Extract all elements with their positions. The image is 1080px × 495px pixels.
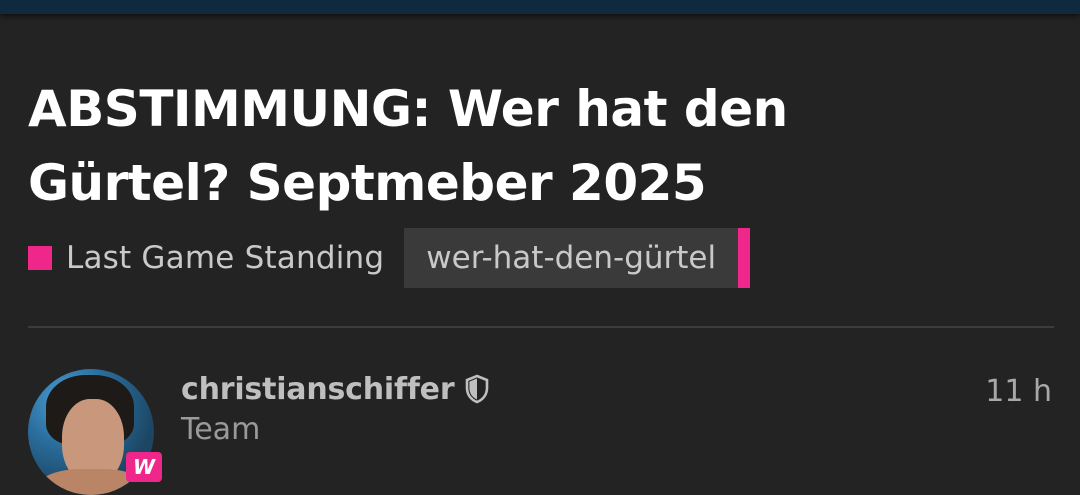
user-title: Team	[181, 412, 261, 447]
tag-chip[interactable]: wer-hat-den-gürtel	[404, 228, 751, 288]
category-color-square	[28, 246, 52, 270]
category-name: Last Game Standing	[66, 240, 385, 276]
username-link[interactable]: christianschiffer	[181, 372, 455, 407]
tag-name: wer-hat-den-gürtel	[426, 240, 717, 276]
top-header-bar	[0, 0, 1080, 14]
category-badge[interactable]: Last Game Standing	[28, 228, 384, 288]
post-date[interactable]: 11 h	[985, 372, 1052, 412]
username-row: christianschiffer	[181, 368, 490, 410]
divider	[28, 326, 1054, 328]
topic-meta: Last Game Standing wer-hat-den-gürtel	[28, 228, 751, 288]
topic-title[interactable]: ABSTIMMUNG: Wer hat den Gürtel? Septmebe…	[28, 72, 928, 220]
avatar-flair-badge: W	[126, 452, 162, 482]
shield-icon	[464, 374, 490, 404]
tag-color-bar	[738, 228, 751, 288]
